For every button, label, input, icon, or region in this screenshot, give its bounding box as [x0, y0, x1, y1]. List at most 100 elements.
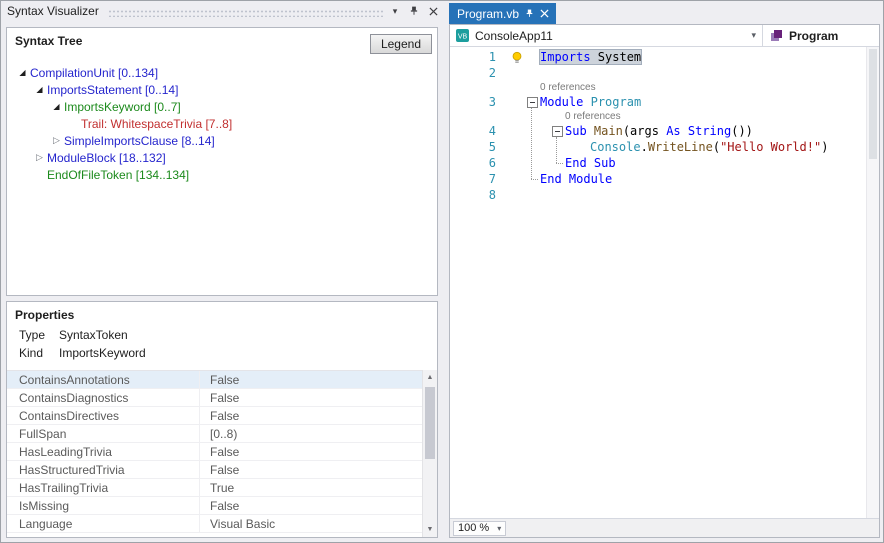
glyph-margin: [510, 139, 526, 155]
code-text[interactable]: [526, 187, 879, 203]
line-number: 8: [450, 187, 510, 203]
editor-scrollbar-thumb[interactable]: [869, 49, 877, 159]
zoom-control[interactable]: 100 % ▾: [453, 521, 506, 536]
tree-item[interactable]: ▷ModuleBlock [18..132]: [7, 149, 437, 166]
codelens-references[interactable]: 0 references: [450, 110, 879, 123]
property-name: IsMissing: [7, 497, 200, 514]
properties-scrollbar[interactable]: ▲ ▼: [422, 370, 437, 537]
tree-item-label: Trail: WhitespaceTrivia [7..8]: [81, 117, 232, 131]
project-dropdown[interactable]: VB ConsoleApp11 ▾: [450, 25, 762, 46]
tab-close-icon[interactable]: [540, 9, 549, 18]
outline-collapse-box[interactable]: [552, 126, 563, 137]
scroll-up-icon[interactable]: ▲: [423, 370, 437, 385]
tree-expand-icon[interactable]: ▷: [49, 132, 64, 149]
code-editor[interactable]: 1Imports System20 references3Module Prog…: [450, 47, 879, 518]
code-text[interactable]: Console.WriteLine("Hello World!"): [526, 139, 879, 155]
horizontal-scrollbar[interactable]: [510, 519, 879, 537]
tree-item-label: ImportsStatement [0..14]: [47, 83, 178, 97]
property-value: False: [200, 409, 239, 423]
lightbulb-icon[interactable]: [511, 51, 523, 64]
tool-window-titlebar[interactable]: Syntax Visualizer ▾: [1, 1, 445, 21]
code-text[interactable]: Module Program: [526, 94, 879, 110]
property-row[interactable]: IsMissingFalse: [7, 497, 422, 515]
scroll-down-icon[interactable]: ▼: [423, 522, 437, 537]
tree-expand-icon[interactable]: ▷: [32, 149, 47, 166]
property-name: HasLeadingTrivia: [7, 443, 200, 460]
code-token: [583, 95, 590, 109]
tree-item-label: CompilationUnit [0..134]: [30, 66, 158, 80]
line-number: 4: [450, 123, 510, 139]
editor-scrollbar[interactable]: [866, 47, 879, 518]
code-line: 1 Imports System: [450, 49, 879, 65]
tree-item[interactable]: ◢ImportsKeyword [0..7]: [7, 98, 437, 115]
window-menu-chevron-icon[interactable]: ▾: [387, 4, 403, 19]
property-name: ContainsDiagnostics: [7, 389, 200, 406]
code-text[interactable]: Sub Main(args As String()): [526, 123, 879, 139]
property-value: False: [200, 463, 239, 477]
codelens-references[interactable]: 0 references: [450, 81, 879, 94]
tree-item[interactable]: ◢ImportsStatement [0..14]: [7, 81, 437, 98]
glyph-margin: [510, 155, 526, 171]
property-row[interactable]: FullSpan[0..8): [7, 425, 422, 443]
outline-collapse-box[interactable]: [527, 97, 538, 108]
editor-pane: Program.vb VB ConsoleApp11 ▾: [449, 1, 883, 542]
property-row[interactable]: HasStructuredTriviaFalse: [7, 461, 422, 479]
tab-pin-icon[interactable]: [525, 8, 534, 19]
zoom-value: 100 %: [458, 522, 489, 534]
member-dropdown[interactable]: Program: [763, 25, 879, 46]
code-text[interactable]: End Module: [526, 171, 879, 187]
pin-icon[interactable]: [406, 4, 422, 19]
property-row[interactable]: LanguageVisual Basic: [7, 515, 422, 533]
code-token: (: [713, 140, 720, 154]
code-text[interactable]: Imports System: [526, 49, 879, 65]
property-row[interactable]: HasLeadingTriviaFalse: [7, 443, 422, 461]
code-token: (args: [623, 124, 666, 138]
property-row[interactable]: ContainsDiagnosticsFalse: [7, 389, 422, 407]
svg-text:VB: VB: [458, 34, 468, 41]
glyph-margin: [510, 49, 526, 65]
line-number: 1: [450, 49, 510, 65]
tree-collapse-icon[interactable]: ◢: [15, 64, 30, 81]
property-kind-label: Kind: [19, 346, 59, 360]
property-name: ContainsDirectives: [7, 407, 200, 424]
tree-collapse-icon[interactable]: ◢: [49, 98, 64, 115]
property-name: FullSpan: [7, 425, 200, 442]
property-name: HasStructuredTrivia: [7, 461, 200, 478]
tree-item[interactable]: EndOfFileToken [134..134]: [7, 166, 437, 183]
code-token: Main: [594, 124, 623, 138]
close-icon[interactable]: [425, 4, 441, 19]
glyph-margin: [510, 171, 526, 187]
vb-project-icon: VB: [456, 29, 469, 42]
property-row[interactable]: HasTrailingTriviaTrue: [7, 479, 422, 497]
legend-button[interactable]: Legend: [370, 34, 432, 54]
member-dropdown-value: Program: [789, 29, 838, 43]
drag-grip[interactable]: [108, 8, 384, 17]
line-number: 5: [450, 139, 510, 155]
tree-item-label: EndOfFileToken [134..134]: [47, 168, 189, 182]
tree-item[interactable]: Trail: WhitespaceTrivia [7..8]: [7, 115, 437, 132]
properties-box: Properties Type SyntaxToken Kind Imports…: [6, 301, 438, 538]
code-line: 3Module Program: [450, 94, 879, 110]
property-row[interactable]: ContainsDirectivesFalse: [7, 407, 422, 425]
property-type-value: SyntaxToken: [59, 328, 128, 342]
property-value: Visual Basic: [200, 517, 275, 531]
tree-item[interactable]: ▷SimpleImportsClause [8..14]: [7, 132, 437, 149]
outline-guide-sub: [556, 137, 557, 163]
code-text[interactable]: End Sub: [526, 155, 879, 171]
code-token: Console: [590, 140, 641, 154]
scrollbar-thumb[interactable]: [425, 387, 435, 459]
code-token: Program: [591, 95, 642, 109]
property-value: [0..8): [200, 427, 237, 441]
tree-collapse-icon[interactable]: ◢: [32, 81, 47, 98]
tab-program-vb[interactable]: Program.vb: [449, 3, 556, 24]
property-row[interactable]: ContainsAnnotationsFalse: [7, 371, 422, 389]
code-text[interactable]: [526, 65, 879, 81]
glyph-margin: [510, 94, 526, 110]
tree-item-label: SimpleImportsClause [8..14]: [64, 134, 215, 148]
project-dropdown-value: ConsoleApp11: [475, 29, 553, 43]
zoom-chevron-icon: ▾: [497, 524, 501, 533]
tree-item[interactable]: ◢CompilationUnit [0..134]: [7, 64, 437, 81]
syntax-tree-box: Syntax Tree Legend ◢CompilationUnit [0..…: [6, 27, 438, 296]
property-kind-row: Kind ImportsKeyword: [7, 344, 437, 362]
module-icon: [770, 29, 783, 42]
